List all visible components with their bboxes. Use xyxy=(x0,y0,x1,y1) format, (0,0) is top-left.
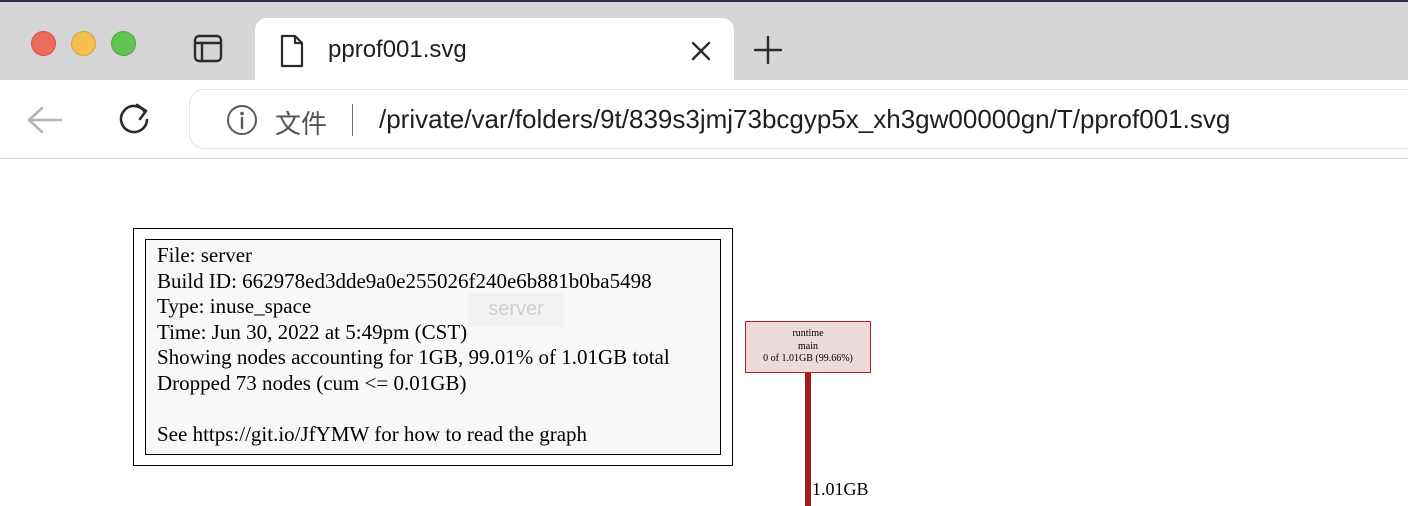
site-info-label: 文件 xyxy=(275,109,328,139)
close-icon[interactable] xyxy=(688,38,714,64)
back-arrow-icon[interactable] xyxy=(25,104,65,136)
graph-edge-label: 1.01GB xyxy=(812,479,869,499)
legend-line-blank xyxy=(157,396,670,422)
graph-node-runtime-main[interactable]: runtime main 0 of 1.01GB (99.66%) xyxy=(745,321,871,373)
info-icon[interactable] xyxy=(226,104,258,136)
zoom-window-button[interactable] xyxy=(111,31,136,56)
legend-line-time: Time: Jun 30, 2022 at 5:49pm (CST) xyxy=(157,319,468,344)
graph-edge[interactable] xyxy=(805,373,811,506)
node-function: main xyxy=(798,340,818,352)
tab-title: pprof001.svg xyxy=(328,36,467,63)
address-separator xyxy=(352,104,353,136)
title-bar: pprof001.svg xyxy=(0,0,1408,80)
legend-line-dropped: Dropped 73 nodes (cum <= 0.01GB) xyxy=(157,370,467,395)
page-content: File: server Build ID: 662978ed3dde9a0e2… xyxy=(0,159,1408,506)
toolbar: 文件 /private/var/folders/9t/839s3jmj73bcg… xyxy=(0,80,1408,159)
address-bar[interactable]: 文件 /private/var/folders/9t/839s3jmj73bcg… xyxy=(190,90,1408,148)
legend-line-type: Type: inuse_space xyxy=(157,294,312,318)
minimize-window-button[interactable] xyxy=(71,31,96,56)
reload-icon[interactable] xyxy=(116,101,152,137)
close-window-button[interactable] xyxy=(31,31,56,56)
legend-text: File: server Build ID: 662978ed3dde9a0e2… xyxy=(157,243,670,447)
legend-line-help[interactable]: See https://git.io/JfYMW for how to read… xyxy=(157,422,670,448)
sidebar-toggle-button[interactable] xyxy=(183,28,233,70)
sidebar-icon xyxy=(193,34,223,63)
url-text[interactable]: /private/var/folders/9t/839s3jmj73bcgyp5… xyxy=(379,104,1230,135)
legend-line-file: File: server xyxy=(157,243,253,267)
page-icon xyxy=(280,34,304,68)
tab-active[interactable]: pprof001.svg xyxy=(255,18,734,80)
server-overlay-label: server xyxy=(488,298,544,320)
legend-line-showing: Showing nodes accounting for 1GB, 99.01%… xyxy=(157,345,670,369)
node-value: 0 of 1.01GB (99.66%) xyxy=(763,353,853,364)
window-top-edge xyxy=(0,0,1408,2)
server-overlay: server xyxy=(468,293,564,327)
plus-icon[interactable] xyxy=(752,34,784,66)
node-package: runtime xyxy=(792,328,824,339)
legend-line-build-id: Build ID: 662978ed3dde9a0e255026f240e6b8… xyxy=(157,268,652,293)
